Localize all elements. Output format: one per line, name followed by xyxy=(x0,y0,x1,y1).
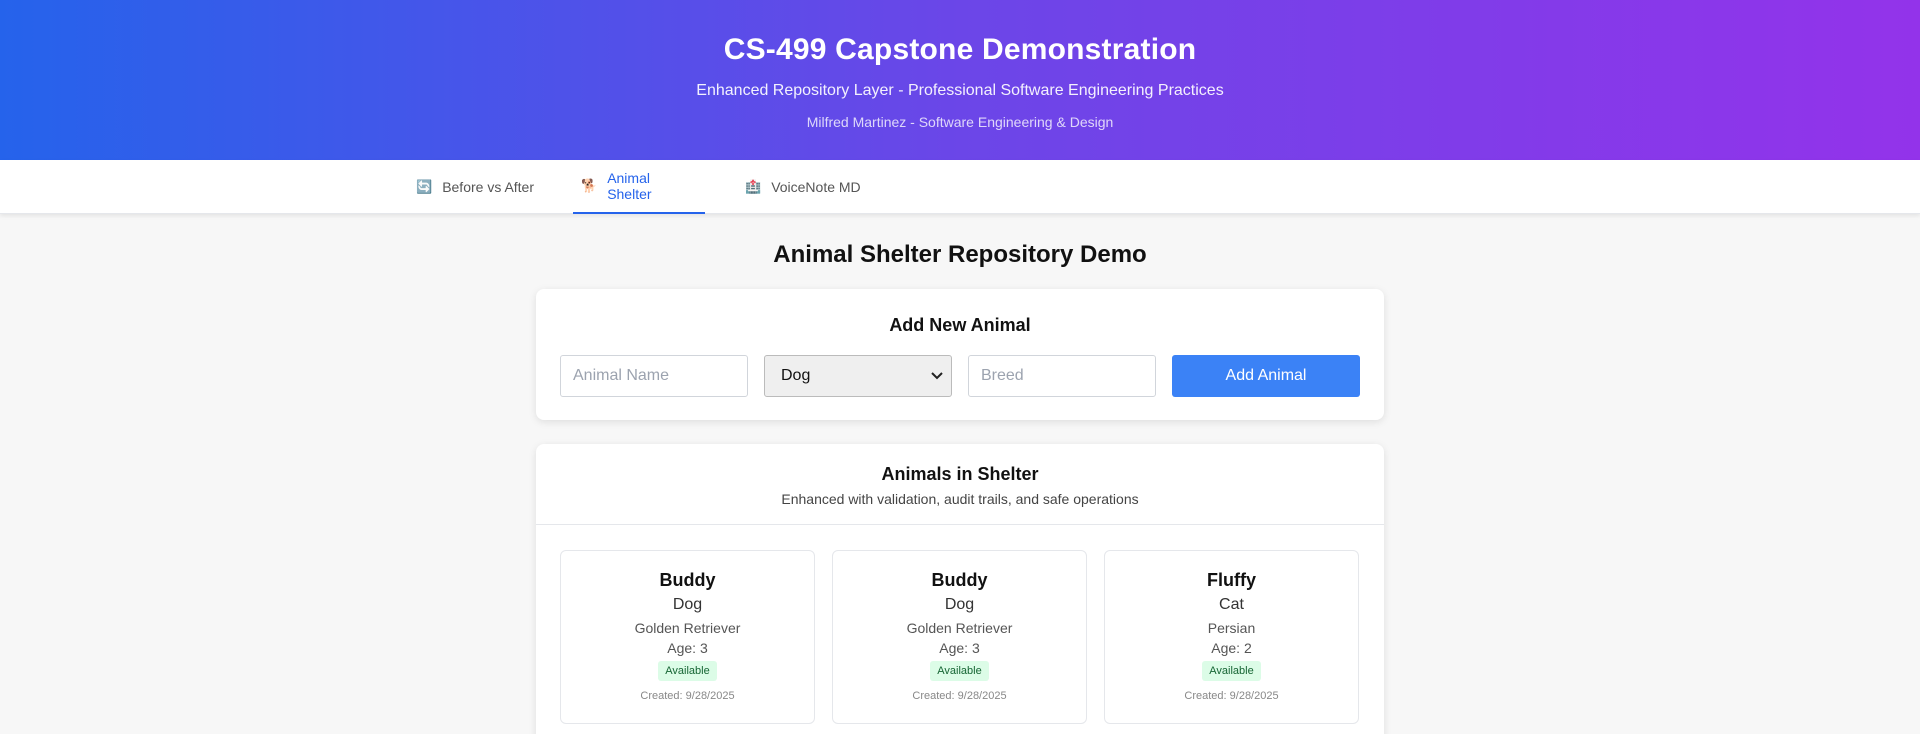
add-animal-heading: Add New Animal xyxy=(889,315,1031,335)
animal-breed: Golden Retriever xyxy=(634,620,741,636)
add-animal-form: Dog Add Animal xyxy=(560,355,1360,397)
tab-label: VoiceNote MD xyxy=(771,179,861,195)
animal-age: Age: 3 xyxy=(939,640,980,656)
dog-icon: 🐕 xyxy=(581,178,598,193)
created-date: Created: 9/28/2025 xyxy=(640,690,735,702)
animal-type-value: Dog xyxy=(781,367,811,384)
status-badge: Available xyxy=(930,661,989,681)
tab-label: Before vs After xyxy=(442,179,535,195)
animal-card[interactable]: Buddy Dog Golden Retriever Age: 3 Availa… xyxy=(560,550,815,724)
chevron-down-icon xyxy=(931,369,943,383)
tab-bar: 🔄 Before vs After 🐕 Animal Shelter 🏥 Voi… xyxy=(0,160,1920,214)
animal-card[interactable]: Fluffy Cat Persian Age: 2 Available Crea… xyxy=(1104,550,1359,724)
created-date: Created: 9/28/2025 xyxy=(912,690,1007,702)
refresh-icon: 🔄 xyxy=(416,179,433,194)
animals-list-subtitle: Enhanced with validation, audit trails, … xyxy=(781,491,1139,507)
animal-type-select[interactable]: Dog xyxy=(764,355,952,397)
animals-list-title: Animals in Shelter xyxy=(881,464,1039,484)
status-badge: Available xyxy=(1202,661,1261,681)
add-animal-card: Add New Animal Dog Add Animal xyxy=(536,289,1384,420)
app-title: CS-499 Capstone Demonstration xyxy=(723,33,1197,66)
animal-breed: Persian xyxy=(1207,620,1256,636)
animal-name-input[interactable] xyxy=(560,355,748,397)
hospital-icon: 🏥 xyxy=(745,179,762,194)
add-animal-button[interactable]: Add Animal xyxy=(1172,355,1360,397)
status-badge: Available xyxy=(658,661,717,681)
created-date: Created: 9/28/2025 xyxy=(1184,690,1279,702)
animal-name: Buddy xyxy=(659,570,716,590)
animal-breed: Golden Retriever xyxy=(906,620,1013,636)
animal-type: Cat xyxy=(1219,596,1244,613)
animal-name: Buddy xyxy=(931,570,988,590)
animal-grid: Buddy Dog Golden Retriever Age: 3 Availa… xyxy=(536,525,1384,724)
animal-card[interactable]: Buddy Dog Golden Retriever Age: 3 Availa… xyxy=(832,550,1087,724)
page-title: Animal Shelter Repository Demo xyxy=(773,241,1147,268)
tab-voicenote-md[interactable]: 🏥 VoiceNote MD xyxy=(737,160,869,214)
animals-list-header: Animals in Shelter Enhanced with validat… xyxy=(536,444,1384,525)
author-line: Milfred Martinez - Software Engineering … xyxy=(806,114,1114,130)
animals-list-card: Animals in Shelter Enhanced with validat… xyxy=(536,444,1384,734)
page-header: CS-499 Capstone Demonstration Enhanced R… xyxy=(0,0,1920,160)
breed-input[interactable] xyxy=(968,355,1156,397)
animal-type: Dog xyxy=(672,596,703,613)
tab-label: Animal Shelter xyxy=(607,170,652,202)
animal-type: Dog xyxy=(944,596,975,613)
app-subtitle: Enhanced Repository Layer - Professional… xyxy=(696,82,1224,99)
tab-before-vs-after[interactable]: 🔄 Before vs After xyxy=(408,160,542,214)
tab-animal-shelter[interactable]: 🐕 Animal Shelter xyxy=(573,160,705,214)
animal-age: Age: 2 xyxy=(1211,640,1252,656)
animal-age: Age: 3 xyxy=(667,640,708,656)
animal-name: Fluffy xyxy=(1207,570,1256,590)
